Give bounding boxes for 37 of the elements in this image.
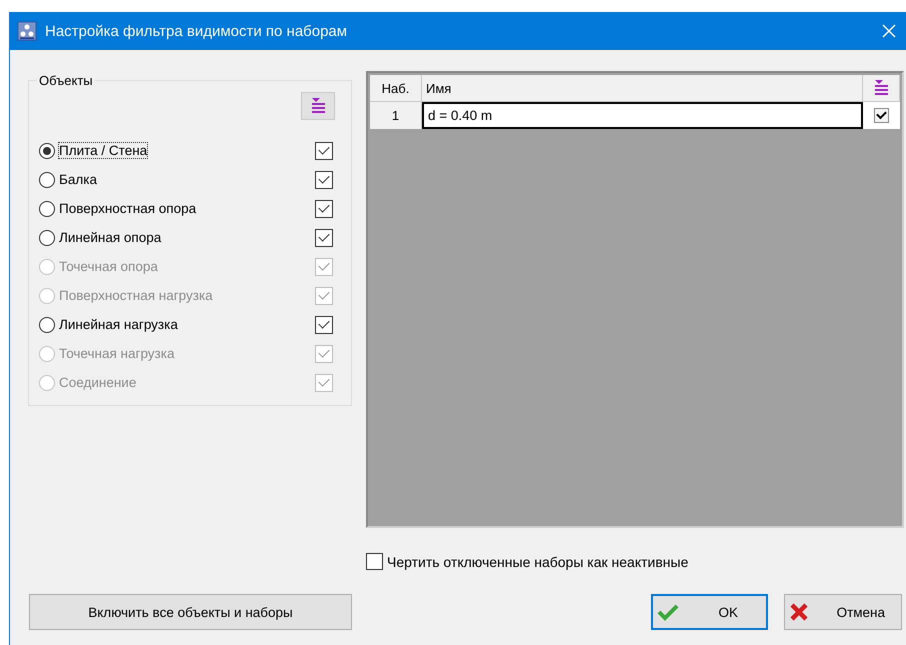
radio-button[interactable] [39,316,55,332]
object-label: Точечная опора [59,259,159,274]
list-button[interactable] [301,92,335,120]
object-label: Поверхностная опора [59,201,198,216]
row-number: 1 [370,102,422,129]
app-icon [17,21,37,41]
cancel-button[interactable]: Отмена [784,594,902,630]
radio-button[interactable] [39,230,55,246]
group-title: Объекты [38,73,94,88]
column-header-button[interactable] [863,75,900,102]
checkbox[interactable] [315,200,333,218]
checkbox-label: Чертить отключенные наборы как неактивные [387,554,688,570]
object-label: Плита / Стена [59,143,148,158]
object-label: Линейная опора [59,230,162,245]
object-label: Балка [59,172,98,187]
set-name-field[interactable]: d = 0.40 m [422,102,863,129]
checkbox[interactable] [315,170,333,188]
object-label: Поверхностная нагрузка [59,288,214,303]
checkbox[interactable] [315,316,333,334]
checkbox[interactable] [315,142,333,160]
ok-button[interactable]: OK [651,594,768,630]
object-label: Точечная нагрузка [59,346,176,361]
cross-icon [789,602,809,622]
object-label: Соединение [59,375,138,390]
checkbox[interactable] [874,108,889,123]
radio-button[interactable] [39,172,55,188]
window-title: Настройка фильтра видимости по наборам [45,22,348,40]
object-label: Линейная нагрузка [59,317,179,332]
enable-all-button[interactable]: Включить все объекты и наборы [29,594,352,630]
checkbox[interactable] [366,553,383,570]
column-header: Наб. [370,75,422,102]
checkbox[interactable] [315,228,333,246]
close-icon[interactable] [881,23,897,39]
radio-button[interactable] [39,200,55,216]
radio-button[interactable] [39,142,55,158]
checkmark-icon [657,603,679,621]
column-header: Имя [422,75,863,102]
